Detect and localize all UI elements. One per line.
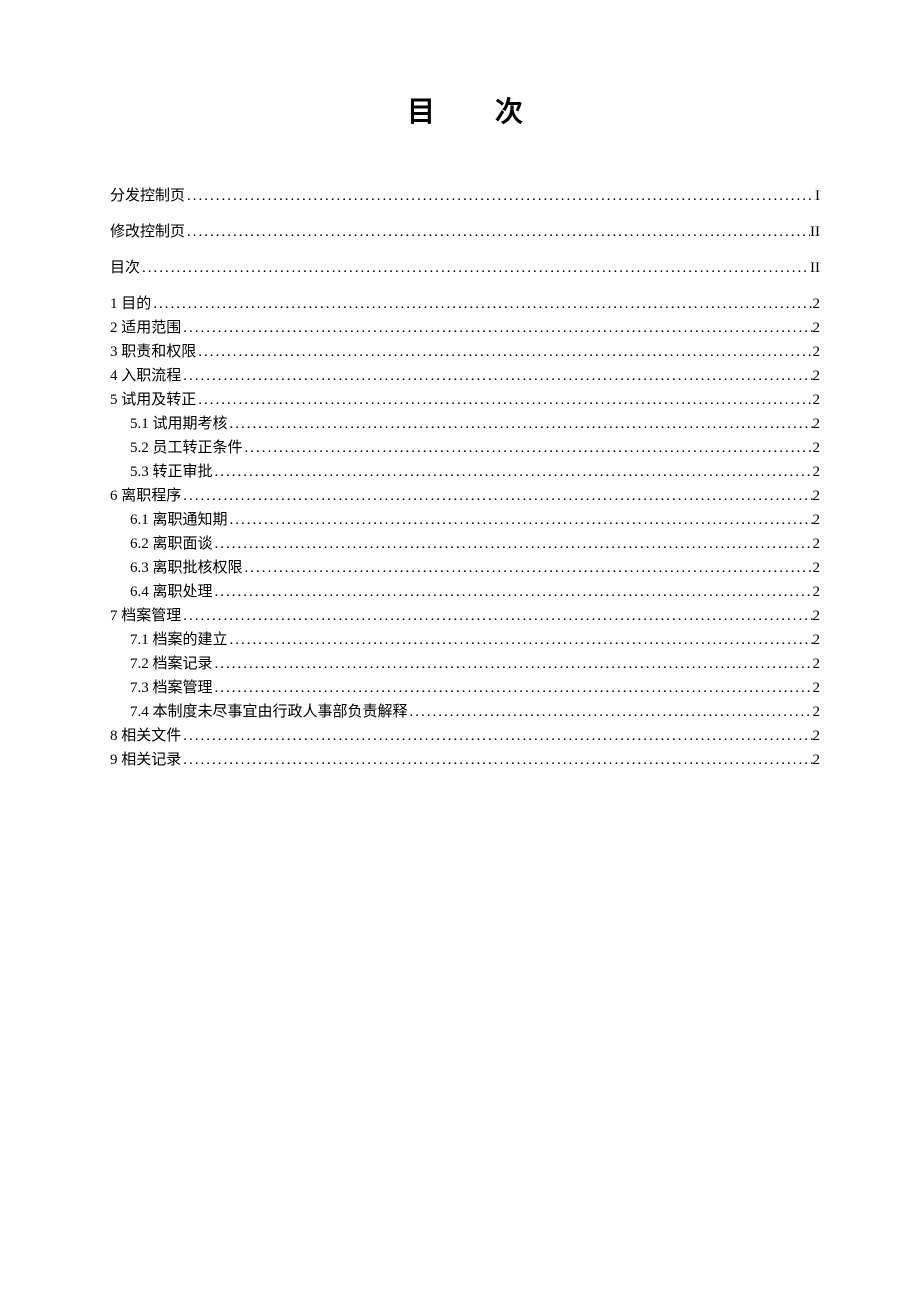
toc-entry: 6.3 离职批核权限..............................…: [110, 556, 820, 580]
toc-entry-label: 6 离职程序: [110, 484, 181, 508]
toc-entry: 目次......................................…: [110, 256, 820, 280]
toc-entry-label: 6.3 离职批核权限: [110, 556, 243, 580]
toc-leader-dots: ........................................…: [196, 388, 812, 412]
toc-entry-label: 5.2 员工转正条件: [110, 436, 243, 460]
toc-entry: 2 适用范围..................................…: [110, 316, 820, 340]
toc-leader-dots: ........................................…: [228, 628, 813, 652]
toc-entry-page: 2: [813, 724, 821, 748]
toc-entry-page: 2: [813, 556, 821, 580]
toc-entry-label: 7.3 档案管理: [110, 676, 213, 700]
toc-entry-label: 1 目的: [110, 292, 151, 316]
toc-entry-page: 2: [813, 652, 821, 676]
toc-entry-label: 分发控制页: [110, 184, 185, 208]
toc-entry: 1 目的....................................…: [110, 292, 820, 316]
toc-entry: 5.3 转正审批................................…: [110, 460, 820, 484]
toc-leader-dots: ........................................…: [243, 436, 813, 460]
toc-leader-dots: ........................................…: [181, 724, 812, 748]
toc-entry-label: 5.1 试用期考核: [110, 412, 228, 436]
toc-entry: 6.1 离职通知期...............................…: [110, 508, 820, 532]
toc-entry: 7.1 档案的建立...............................…: [110, 628, 820, 652]
toc-entry-label: 8 相关文件: [110, 724, 181, 748]
toc-entry-page: 2: [813, 436, 821, 460]
toc-leader-dots: ........................................…: [140, 256, 810, 280]
toc-leader-dots: ........................................…: [213, 460, 813, 484]
toc-entry-label: 目次: [110, 256, 140, 280]
toc-entry-page: 2: [813, 676, 821, 700]
toc-leader-dots: ........................................…: [181, 604, 812, 628]
toc-entry-label: 2 适用范围: [110, 316, 181, 340]
toc-entry-page: 2: [813, 340, 821, 364]
toc-leader-dots: ........................................…: [185, 184, 815, 208]
toc-entry-page: 2: [813, 316, 821, 340]
toc-entry-page: 2: [813, 484, 821, 508]
toc-entry-page: 2: [813, 604, 821, 628]
toc-leader-dots: ........................................…: [181, 484, 812, 508]
toc-leader-dots: ........................................…: [151, 292, 812, 316]
toc-leader-dots: ........................................…: [181, 316, 812, 340]
toc-entry-label: 3 职责和权限: [110, 340, 196, 364]
toc-entry-label: 7 档案管理: [110, 604, 181, 628]
toc-leader-dots: ........................................…: [181, 364, 812, 388]
toc-entry: 5.1 试用期考核...............................…: [110, 412, 820, 436]
toc-entry: 6 离职程序..................................…: [110, 484, 820, 508]
toc-entry-page: 2: [813, 508, 821, 532]
toc-entry: 修改控制页...................................…: [110, 220, 820, 244]
toc-entry: 4 入职流程..................................…: [110, 364, 820, 388]
toc-entry: 6.4 离职处理................................…: [110, 580, 820, 604]
toc-leader-dots: ........................................…: [196, 340, 812, 364]
toc-entry: 8 相关文件..................................…: [110, 724, 820, 748]
toc-leader-dots: ........................................…: [408, 700, 813, 724]
page-title: 目次: [110, 90, 820, 130]
toc-entry-page: 2: [813, 292, 821, 316]
toc-entry: 分发控制页...................................…: [110, 184, 820, 208]
toc-entry-label: 7.4 本制度未尽事宜由行政人事部负责解释: [110, 700, 408, 724]
toc-entry: 7.3 档案管理................................…: [110, 676, 820, 700]
document-page: 目次 分发控制页................................…: [0, 0, 920, 772]
toc-entry-page: 2: [813, 388, 821, 412]
toc-leader-dots: ........................................…: [228, 412, 813, 436]
toc-entry-page: II: [810, 220, 820, 244]
toc-entry-page: 2: [813, 748, 821, 772]
toc-entry-label: 6.2 离职面谈: [110, 532, 213, 556]
toc-entry-page: II: [810, 256, 820, 280]
toc-entry-page: 2: [813, 460, 821, 484]
toc-entry-label: 4 入职流程: [110, 364, 181, 388]
toc-entry: 5 试用及转正.................................…: [110, 388, 820, 412]
toc-leader-dots: ........................................…: [213, 580, 813, 604]
toc-leader-dots: ........................................…: [213, 652, 813, 676]
toc-entry: 9 相关记录..................................…: [110, 748, 820, 772]
toc-entry-label: 5 试用及转正: [110, 388, 196, 412]
toc-entry-page: 2: [813, 412, 821, 436]
toc-entry: 3 职责和权限.................................…: [110, 340, 820, 364]
toc-entry: 7.4 本制度未尽事宜由行政人事部负责解释...................…: [110, 700, 820, 724]
toc-entry: 7 档案管理..................................…: [110, 604, 820, 628]
toc-leader-dots: ........................................…: [181, 748, 812, 772]
toc-entry: 5.2 员工转正条件..............................…: [110, 436, 820, 460]
toc-entry-label: 6.1 离职通知期: [110, 508, 228, 532]
toc-entry-label: 6.4 离职处理: [110, 580, 213, 604]
toc-entry-page: I: [815, 184, 820, 208]
toc-entry-label: 7.1 档案的建立: [110, 628, 228, 652]
toc-leader-dots: ........................................…: [213, 532, 813, 556]
toc-entry-label: 5.3 转正审批: [110, 460, 213, 484]
toc-entry-page: 2: [813, 700, 821, 724]
toc-leader-dots: ........................................…: [228, 508, 813, 532]
toc-entry-page: 2: [813, 364, 821, 388]
toc-entry-page: 2: [813, 532, 821, 556]
toc-leader-dots: ........................................…: [213, 676, 813, 700]
toc-leader-dots: ........................................…: [243, 556, 813, 580]
toc-leader-dots: ........................................…: [185, 220, 810, 244]
table-of-contents: 分发控制页...................................…: [110, 184, 820, 772]
toc-entry-page: 2: [813, 628, 821, 652]
toc-entry-label: 7.2 档案记录: [110, 652, 213, 676]
toc-entry-page: 2: [813, 580, 821, 604]
toc-entry: 7.2 档案记录................................…: [110, 652, 820, 676]
toc-entry-label: 9 相关记录: [110, 748, 181, 772]
toc-entry: 6.2 离职面谈................................…: [110, 532, 820, 556]
toc-entry-label: 修改控制页: [110, 220, 185, 244]
